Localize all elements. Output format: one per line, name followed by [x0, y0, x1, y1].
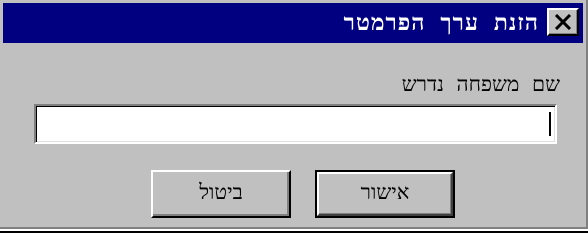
bottom-divider: [0, 231, 588, 233]
ok-button-label: אישור: [360, 180, 410, 204]
prompt-label: שם משפחה נדרש: [401, 72, 560, 96]
text-caret: [549, 112, 551, 136]
parameter-dialog: הזנת ערך הפרמטר שם משפחה נדרש ביטול אישו…: [0, 0, 588, 229]
ok-button[interactable]: אישור: [315, 170, 455, 218]
close-button[interactable]: [547, 8, 579, 36]
last-name-input[interactable]: [34, 104, 557, 144]
cancel-button-label: ביטול: [199, 180, 243, 204]
close-icon: [554, 14, 572, 30]
cancel-button[interactable]: ביטול: [151, 170, 291, 218]
title-bar[interactable]: הזנת ערך הפרמטר: [3, 3, 583, 43]
dialog-title: הזנת ערך הפרמטר: [343, 10, 539, 36]
